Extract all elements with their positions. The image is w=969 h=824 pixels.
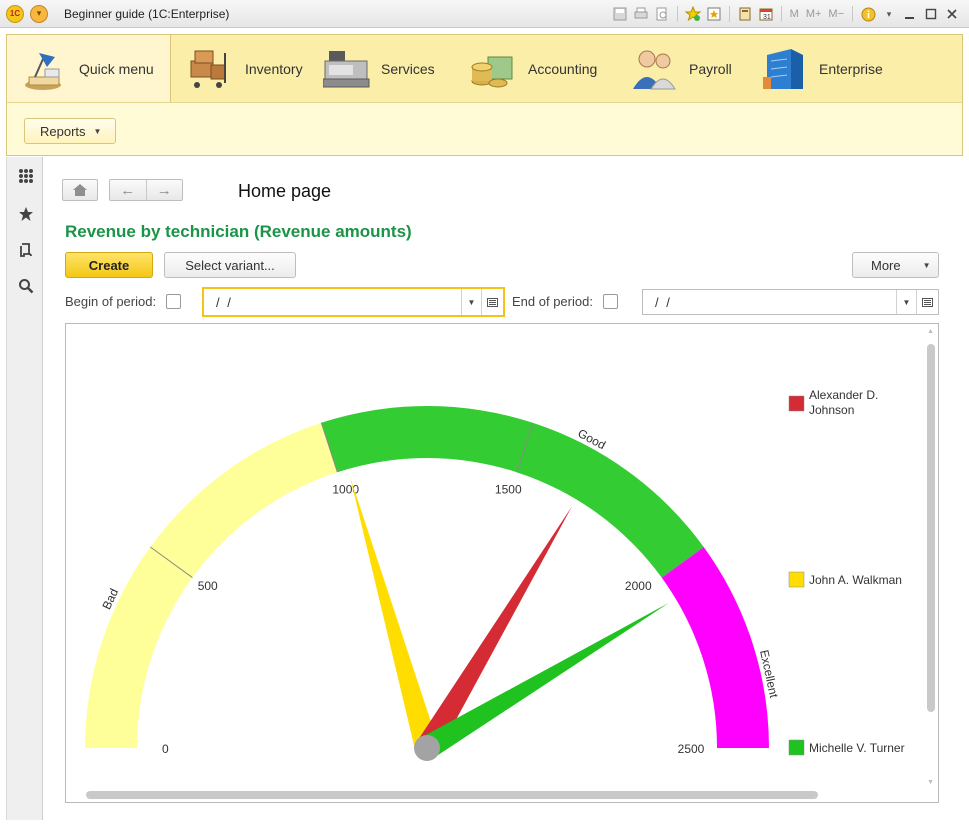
gauge-tick-label: 2500 [678,742,705,756]
section-quick-menu[interactable]: Quick menu [7,35,171,103]
gauge-tick-label: 500 [198,579,218,593]
favorites-star-icon[interactable] [16,204,36,224]
section-inventory[interactable]: Inventory [171,35,313,103]
sections-panel: Quick menu Inventory Services Accounting… [6,34,963,103]
legend-label: John A. Walkman [809,573,902,587]
begin-of-period-value: / / [216,294,233,310]
chevron-down-icon[interactable]: ▾ [880,5,898,23]
section-label: Payroll [689,61,732,77]
chart-area: 0 500 1000 1500 2000 2500 Bad Good Excellent Alex… [65,323,939,803]
select-variant-button[interactable]: Select variant... [164,252,296,278]
section-label: Services [381,61,435,77]
tools-strip [6,157,43,820]
search-icon[interactable] [16,276,36,296]
navigation-arrows: ← → [109,179,183,201]
legend-swatch [788,571,805,588]
add-favorite-icon[interactable] [684,5,702,23]
forward-arrow-icon[interactable]: → [147,180,183,200]
toolbar-separator [676,6,678,22]
print-icon[interactable] [632,5,650,23]
end-of-period-checkbox[interactable] [603,294,618,309]
end-of-period-value: / / [655,294,672,310]
legend-label: Johnson [809,403,854,417]
memory-subtract-button[interactable]: M− [826,5,846,23]
back-arrow-icon[interactable]: ← [110,180,147,200]
report-title: Revenue by technician (Revenue amounts) [65,222,412,241]
people-icon [631,47,677,91]
reports-button[interactable]: Reports ▼ [24,118,117,144]
vertical-scrollbar[interactable] [927,344,935,712]
home-icon [73,184,87,196]
boxes-cart-icon [187,47,233,91]
main-menu-button[interactable]: ▾ [30,5,48,23]
svg-text:31: 31 [763,14,771,21]
chevron-down-icon: ▼ [93,126,102,136]
title-toolbar: 31 M M+ M− ▾ [611,4,961,24]
section-label: Accounting [528,61,598,77]
all-functions-grid-icon[interactable] [16,166,36,186]
chevron-down-icon[interactable]: ▼ [896,290,916,314]
chevron-down-icon: ▼ [922,260,931,270]
needle-john [350,476,439,752]
title-bar: 1C ▾ Beginner guide (1C:Enterprise) 31 M… [0,0,969,28]
legend-swatch [788,739,805,756]
scroll-down-icon[interactable]: ▼ [927,779,934,786]
page-title: Home page [238,181,332,201]
section-accounting[interactable]: Accounting [458,35,617,103]
info-icon[interactable] [859,5,877,23]
more-button[interactable]: More ▼ [852,252,939,278]
history-icon[interactable] [705,5,723,23]
gauge-band-excellent [661,546,769,748]
cash-register-icon [322,47,370,91]
toolbar-separator [780,6,782,22]
calculator-icon[interactable] [736,5,754,23]
legend-label: Michelle V. Turner [809,741,905,755]
gauge-tick-label: 2000 [625,579,652,593]
home-button[interactable] [62,179,98,201]
calendar-icon[interactable]: 31 [757,5,775,23]
more-label: More [871,257,901,273]
minimize-icon[interactable] [901,5,919,23]
begin-of-period-field[interactable]: / / ▼ [202,287,505,317]
print-preview-icon[interactable] [653,5,671,23]
calendar-icon[interactable] [481,289,503,315]
reports-label: Reports [40,123,86,139]
calendar-icon[interactable] [916,290,938,314]
chevron-down-icon[interactable]: ▼ [461,289,481,315]
scroll-up-icon[interactable]: ▲ [927,328,934,335]
section-payroll[interactable]: Payroll [617,35,751,103]
legend-label: Alexander D. [809,388,878,402]
coins-icon [470,47,516,91]
main-area: ← → Home page Revenue by technician (Rev… [44,157,963,820]
save-icon[interactable] [611,5,629,23]
window-title: Beginner guide (1C:Enterprise) [64,7,230,21]
begin-of-period-label: Begin of period: [65,294,157,309]
maximize-icon[interactable] [922,5,940,23]
gauge-tick-label: 1500 [495,483,522,497]
begin-of-period-checkbox[interactable] [166,294,181,309]
toolbar-separator [852,6,853,22]
end-of-period-field[interactable]: / / ▼ [642,289,939,315]
toolbar-separator [728,6,730,22]
close-icon[interactable] [943,5,961,23]
app-logo-icon[interactable]: 1C [6,5,24,23]
memory-button[interactable]: M [788,5,801,23]
section-label: Inventory [245,61,303,77]
commands-panel: Reports ▼ [6,102,963,156]
section-label: Quick menu [79,61,154,77]
section-enterprise[interactable]: Enterprise [751,35,891,103]
create-button[interactable]: Create [65,252,153,278]
gauge-hub [414,735,440,761]
desk-lamp-icon [21,47,67,91]
end-of-period-label: End of period: [512,294,593,309]
section-services[interactable]: Services [313,35,458,103]
history-icon[interactable] [16,240,36,260]
gauge-chart: 05001000 150020002500BadGoodExcellentAlex… [85,388,905,761]
section-label: Enterprise [819,61,883,77]
memory-add-button[interactable]: M+ [804,5,824,23]
gauge-tick-label: 0 [162,742,169,756]
building-icon [761,47,807,91]
legend-swatch [788,395,805,412]
horizontal-scrollbar[interactable] [86,791,818,799]
